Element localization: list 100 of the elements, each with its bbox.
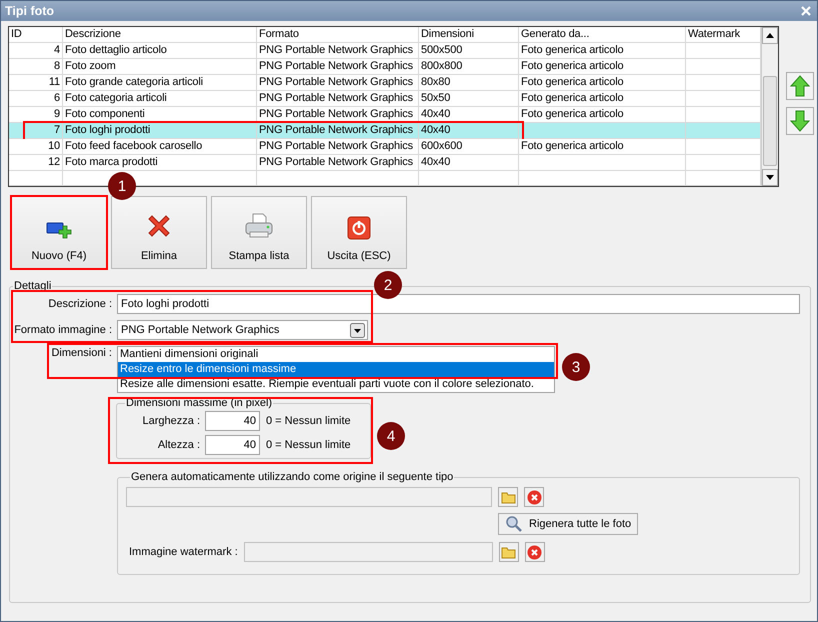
callout-badge: 3 [562, 353, 590, 381]
clear-icon [526, 490, 542, 504]
group-title: Dettagli [13, 280, 52, 292]
table-cell: Foto grande categoria articoli [63, 75, 257, 90]
table-cell: 4 [9, 43, 63, 58]
clear-button[interactable] [524, 542, 545, 562]
table-cell: 40x40 [419, 155, 519, 170]
table-cell: 7 [9, 123, 63, 138]
table-cell: 10 [9, 139, 63, 154]
list-option[interactable]: Mantieni dimensioni originali [118, 347, 554, 362]
field-label: Immagine watermark : [128, 546, 238, 558]
size-field[interactable]: 40 [205, 411, 260, 431]
table-cell: Foto dettaglio articolo [63, 43, 257, 58]
browse-button[interactable] [498, 542, 519, 562]
table-cell: PNG Portable Network Graphics [257, 123, 419, 138]
folder-icon [500, 490, 516, 504]
list-option[interactable]: Resize entro le dimensioni massime [118, 362, 554, 377]
field-label: Descrizione : [48, 298, 112, 310]
table-row[interactable]: 6 Foto categoria articoli PNG Portable Network Graphics 50x50 Foto generica articolo [9, 91, 761, 107]
table-cell: Foto marca prodotti [63, 155, 257, 170]
monitor-plus-icon [46, 220, 72, 240]
dropdown-caret-icon[interactable] [350, 322, 365, 338]
hint-text: 0 = Nessun limite [266, 415, 351, 427]
table-cell: PNG Portable Network Graphics [257, 155, 419, 170]
table-cell: Foto generica articolo [519, 75, 686, 90]
table-cell: Foto componenti [63, 107, 257, 122]
description-field[interactable]: Foto loghi prodotti [117, 294, 800, 314]
table-cell: Foto generica articolo [519, 107, 686, 122]
watermark-field[interactable] [244, 542, 493, 562]
format-dropdown[interactable]: PNG Portable Network Graphics [117, 320, 368, 340]
down-arrow-icon [790, 110, 810, 132]
table-cell: Foto generica articolo [519, 139, 686, 154]
toolbar-button[interactable]: Uscita (ESC) [311, 196, 407, 269]
column-header[interactable]: Dimensioni [419, 27, 519, 42]
browse-button[interactable] [498, 487, 518, 507]
table-cell: 40x40 [419, 123, 519, 138]
power-icon [347, 216, 371, 240]
table-cell: 80x80 [419, 75, 519, 90]
field-label: Formato immagine : [14, 324, 112, 336]
table-cell: PNG Portable Network Graphics [257, 43, 419, 58]
clear-icon [527, 544, 542, 560]
printer-icon [244, 212, 274, 240]
table-cell: 600x600 [419, 139, 519, 154]
table-row[interactable]: 10 Foto feed facebook carosello PNG Portable Network Graphics 600x600 Foto generica articolo [9, 139, 761, 155]
table-cell: 6 [9, 91, 63, 106]
callout-badge: 2 [374, 271, 402, 299]
field-label: Dimensioni : [51, 347, 112, 359]
table-row[interactable]: 4 Foto dettaglio articolo PNG Portable Network Graphics 500x500 Foto generica articolo [9, 43, 761, 59]
toolbar-button[interactable]: Elimina [111, 196, 207, 269]
table-row[interactable]: 9 Foto componenti PNG Portable Network Graphics 40x40 Foto generica articolo [9, 107, 761, 123]
source-type-field[interactable] [126, 487, 492, 507]
table-row[interactable]: 11 Foto grande categoria articoli PNG Portable Network Graphics 80x80 Foto generica articolo [9, 75, 761, 91]
table-cell: 12 [9, 155, 63, 170]
move-up-button[interactable] [786, 72, 814, 100]
size-field[interactable]: 40 [205, 435, 260, 455]
table-cell: PNG Portable Network Graphics [257, 139, 419, 154]
column-header[interactable]: Generato da... [519, 27, 686, 42]
window-title: Tipi foto [5, 4, 54, 18]
table-cell: PNG Portable Network Graphics [257, 59, 419, 74]
toolbar-button[interactable]: Nuovo (F4) [11, 196, 107, 269]
table-cell: Foto generica articolo [519, 91, 686, 106]
table-cell: Foto loghi prodotti [63, 123, 257, 138]
table-cell: PNG Portable Network Graphics [257, 75, 419, 90]
table-cell: PNG Portable Network Graphics [257, 107, 419, 122]
scrollbar[interactable] [761, 27, 778, 186]
table-row[interactable]: 7 Foto loghi prodotti PNG Portable Network Graphics 40x40 [9, 123, 761, 139]
group-title: Genera automaticamente utilizzando come origine il seguente tipo [130, 471, 454, 483]
table-cell: 8 [9, 59, 63, 74]
table-cell: Foto feed facebook carosello [63, 139, 257, 154]
table-row[interactable]: 8 Foto zoom PNG Portable Network Graphics 800x800 Foto generica articolo [9, 59, 761, 75]
field-label: Larghezza : [142, 415, 200, 427]
hint-text: 0 = Nessun limite [266, 439, 351, 451]
move-down-button[interactable] [786, 107, 814, 135]
table-cell: 500x500 [419, 43, 519, 58]
magnifier-icon [505, 516, 523, 532]
table-cell: 9 [9, 107, 63, 122]
table-cell: Foto generica articolo [519, 59, 686, 74]
table-row[interactable]: 12 Foto marca prodotti PNG Portable Network Graphics 40x40 [9, 155, 761, 171]
table-cell: 11 [9, 75, 63, 90]
field-label: Altezza : [158, 439, 200, 451]
table-cell: 50x50 [419, 91, 519, 106]
scroll-up-icon[interactable] [766, 33, 774, 38]
column-header[interactable]: ID [9, 27, 63, 42]
regenerate-button[interactable]: Rigenera tutte le foto [498, 513, 638, 535]
callout-badge: 4 [377, 422, 405, 450]
table-cell: 40x40 [419, 107, 519, 122]
table-cell: PNG Portable Network Graphics [257, 91, 419, 106]
close-icon[interactable] [801, 6, 811, 16]
table-cell: Foto zoom [63, 59, 257, 74]
toolbar-button[interactable]: Stampa lista [211, 196, 307, 269]
clear-button[interactable] [524, 487, 544, 507]
folder-icon [501, 546, 516, 558]
scroll-down-icon[interactable] [766, 175, 774, 180]
column-header[interactable]: Formato [257, 27, 419, 42]
list-option[interactable]: Resize alle dimensioni esatte. Riempie eventuali parti vuote con il colore selezionato. [118, 377, 554, 392]
up-arrow-icon [790, 75, 810, 97]
table-cell: Foto categoria articoli [63, 91, 257, 106]
table-cell: Foto generica articolo [519, 43, 686, 58]
column-header[interactable]: Descrizione [63, 27, 257, 42]
table-cell: 800x800 [419, 59, 519, 74]
